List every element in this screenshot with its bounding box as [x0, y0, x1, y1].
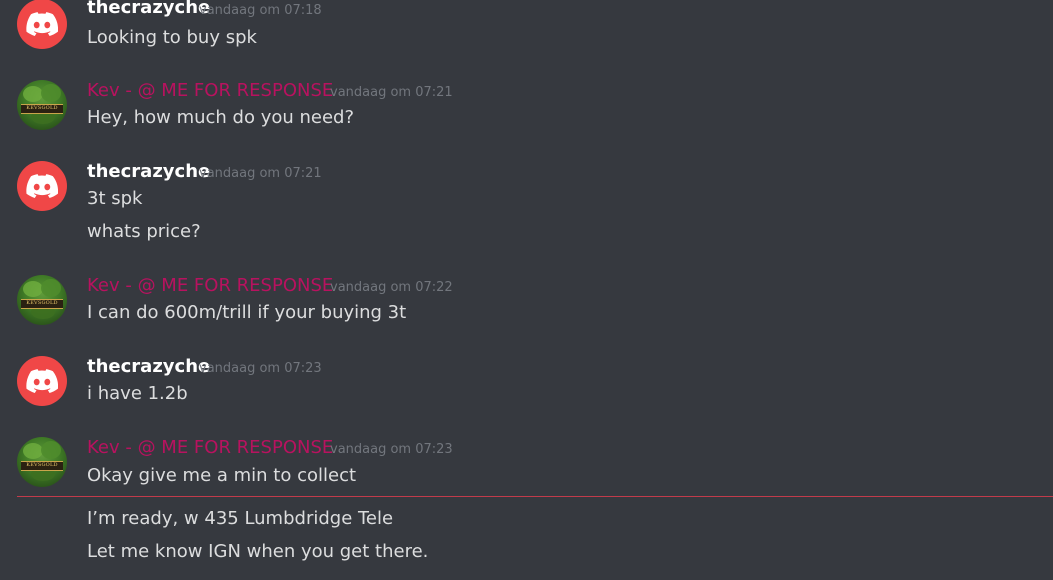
new-messages-divider: [17, 496, 1053, 497]
message-text: Let me know IGN when you get there.: [87, 541, 429, 562]
message-author[interactable]: thecrazyche: [87, 356, 210, 377]
avatar-banner-text: KEVSGOLD: [26, 462, 58, 468]
message-author[interactable]: thecrazyche: [87, 0, 210, 18]
message-text: Hey, how much do you need?: [87, 107, 355, 128]
message-timestamp: vandaag om 07:23: [199, 361, 322, 376]
discord-logo-icon: [26, 174, 58, 198]
message-text: Looking to buy spk: [87, 27, 257, 48]
message-text: 3t spk: [87, 188, 143, 209]
message-author[interactable]: Kev - @ ME FOR RESPONSE: [87, 437, 333, 458]
message-author[interactable]: Kev - @ ME FOR RESPONSE: [87, 80, 333, 101]
discord-logo-icon: [26, 12, 58, 36]
avatar[interactable]: [17, 161, 67, 211]
avatar[interactable]: KEVSGOLD: [17, 275, 67, 325]
message-timestamp: vandaag om 07:23: [330, 442, 453, 457]
avatar[interactable]: [17, 0, 67, 49]
avatar-banner-text: KEVSGOLD: [26, 105, 58, 111]
message-text: I can do 600m/trill if your buying 3t: [87, 302, 407, 323]
message-author[interactable]: Kev - @ ME FOR RESPONSE: [87, 275, 333, 296]
message-timestamp: vandaag om 07:22: [330, 280, 453, 295]
avatar[interactable]: KEVSGOLD: [17, 437, 67, 487]
message-timestamp: vandaag om 07:21: [330, 85, 453, 100]
message-text: I’m ready, w 435 Lumbdridge Tele: [87, 508, 394, 529]
message-text: i have 1.2b: [87, 383, 188, 404]
avatar[interactable]: KEVSGOLD: [17, 80, 67, 130]
avatar[interactable]: [17, 356, 67, 406]
message-text: Okay give me a min to collect: [87, 465, 357, 486]
message-timestamp: vandaag om 07:21: [199, 166, 322, 181]
discord-logo-icon: [26, 369, 58, 393]
message-text: whats price?: [87, 221, 201, 242]
message-timestamp: vandaag om 07:18: [199, 3, 322, 18]
message-author[interactable]: thecrazyche: [87, 161, 210, 182]
avatar-banner-text: KEVSGOLD: [26, 300, 58, 306]
